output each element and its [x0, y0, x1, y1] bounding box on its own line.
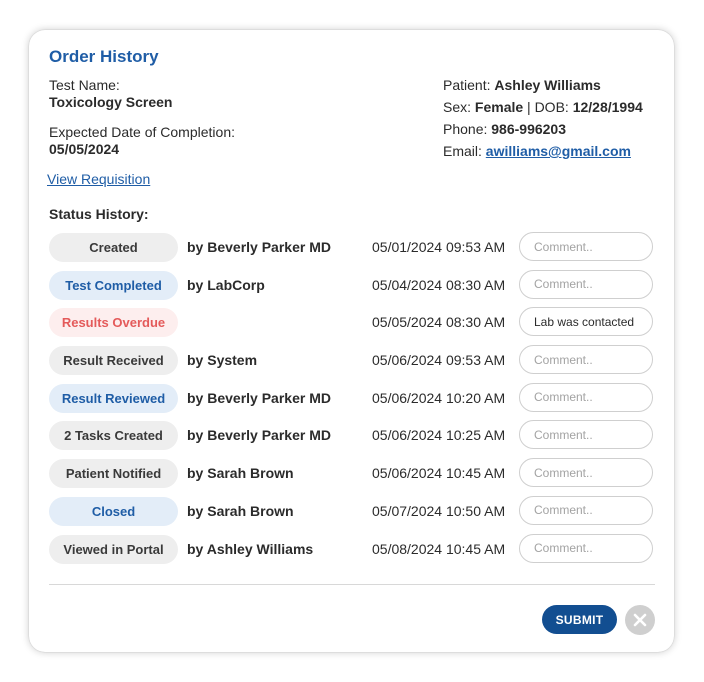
phone-value: 986-996203	[491, 121, 567, 137]
patient-label: Patient:	[443, 77, 491, 93]
status-badge: Viewed in Portal	[49, 534, 178, 564]
status-row: Result Reviewed by Beverly Parker MD 05/06…	[49, 382, 655, 422]
status-by: by Beverly Parker MD	[187, 239, 331, 255]
comment-input[interactable]	[519, 420, 653, 450]
status-timestamp: 05/06/2024 10:20 AM	[372, 389, 506, 406]
status-timestamp: 05/08/2024 10:45 AM	[372, 540, 506, 557]
submit-button[interactable]: SUBMIT	[542, 605, 617, 634]
email-link[interactable]: awilliams@gmail.com	[486, 143, 631, 159]
test-name-label: Test Name:	[49, 77, 120, 93]
order-history-card: Order History Test Name: Toxicology Scre…	[29, 30, 674, 652]
status-timestamp: 05/04/2024 08:30 AM	[372, 276, 506, 293]
status-by: by Beverly Parker MD	[187, 427, 331, 444]
comment-input[interactable]	[519, 269, 653, 299]
expected-date-label: Expected Date of Completion:	[49, 124, 235, 140]
status-by: by Beverly Parker MD	[187, 389, 331, 406]
comment-input[interactable]	[519, 382, 653, 412]
status-by: by Ashley Williams	[187, 540, 314, 557]
status-badge: Patient Notified	[49, 459, 178, 489]
status-timestamp: 05/06/2024 10:45 AM	[372, 465, 506, 482]
status-by: by Sarah Brown	[187, 502, 294, 519]
status-badge: 2 Tasks Created	[49, 421, 178, 451]
status-badge: Created	[49, 233, 178, 262]
status-badge: Closed	[49, 496, 178, 526]
expected-date-value: 05/05/2024	[49, 141, 120, 157]
status-history-list: Created by Beverly Parker MD 05/01/2024 09…	[49, 232, 655, 573]
comment-input[interactable]	[519, 345, 653, 375]
status-timestamp: 05/06/2024 10:25 AM	[372, 427, 506, 444]
status-row: Results Overdue 05/05/2024 08:30 AM	[49, 307, 655, 346]
phone-label: Phone:	[443, 121, 488, 137]
status-row: Patient Notified by Sarah Brown 05/06/2024…	[49, 458, 655, 497]
status-row: 2 Tasks Created by Beverly Parker MD 05/06…	[49, 420, 655, 459]
status-badge: Result Reviewed	[49, 383, 178, 413]
divider	[49, 584, 655, 585]
status-timestamp: 05/01/2024 09:53 AM	[372, 239, 506, 255]
dob-value: 12/28/1994	[572, 99, 643, 115]
status-by: by Sarah Brown	[187, 465, 294, 482]
patient-name: Ashley Williams	[494, 77, 601, 93]
comment-input[interactable]	[519, 458, 653, 488]
status-row: Result Received by System 05/06/2024 09:53…	[49, 345, 655, 384]
comment-input[interactable]	[519, 307, 653, 337]
status-badge: Result Received	[49, 346, 178, 376]
status-badge: Results Overdue	[49, 308, 178, 338]
status-timestamp: 05/07/2024 10:50 AM	[372, 502, 506, 519]
sex-label: Sex:	[443, 99, 472, 115]
status-badge: Test Completed	[49, 270, 178, 300]
page-title: Order History	[49, 47, 159, 66]
sex-value: Female	[474, 99, 524, 115]
status-row: Viewed in Portal by Ashley Williams 05/08/…	[49, 533, 655, 573]
email-label: Email:	[443, 143, 482, 159]
close-button[interactable]	[625, 605, 655, 635]
status-row: Created by Beverly Parker MD 05/01/2024 09…	[49, 232, 655, 271]
dob-label: | DOB:	[523, 99, 569, 115]
email-line: Email: awilliams@gmail.com	[443, 143, 631, 159]
comment-input[interactable]	[519, 495, 653, 525]
patient-line: Patient: Ashley Williams	[443, 77, 601, 93]
status-row: Closed by Sarah Brown 05/07/2024 10:50 AM	[49, 495, 655, 535]
status-timestamp: 05/06/2024 09:53 AM	[372, 352, 506, 369]
comment-input[interactable]	[519, 232, 653, 261]
status-by: by LabCorp	[187, 276, 265, 293]
view-requisition-link[interactable]: View Requisition	[47, 171, 150, 187]
sex-dob-line: Sex: Female | DOB: 12/28/1994	[443, 99, 643, 115]
close-icon	[633, 613, 647, 627]
status-row: Test Completed by LabCorp 05/04/2024 08:30…	[49, 269, 655, 309]
status-by: by System	[187, 352, 258, 369]
status-history-heading: Status History:	[49, 206, 149, 222]
status-timestamp: 05/05/2024 08:30 AM	[372, 314, 506, 331]
comment-input[interactable]	[519, 533, 653, 563]
test-name-value: Toxicology Screen	[49, 94, 173, 110]
phone-line: Phone: 986-996203	[443, 121, 566, 137]
